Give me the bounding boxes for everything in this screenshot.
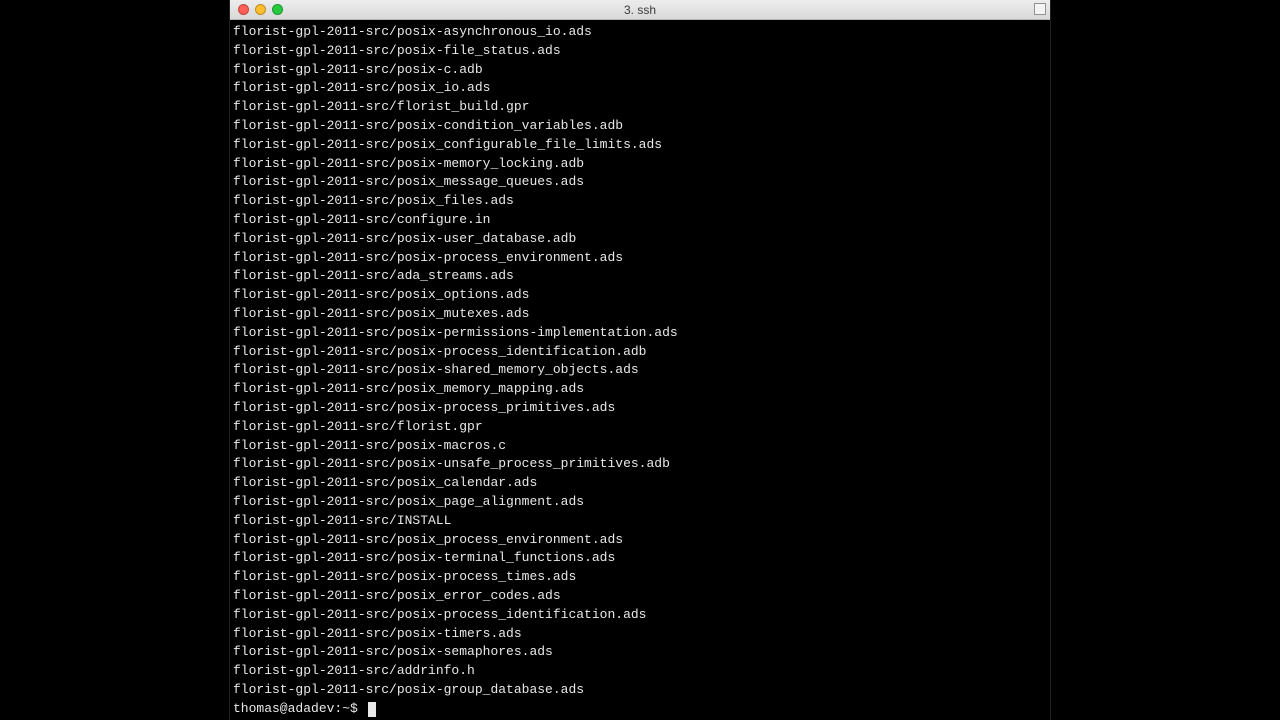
output-line: florist-gpl-2011-src/florist_build.gpr <box>233 98 1047 117</box>
output-line: florist-gpl-2011-src/posix-group_databas… <box>233 681 1047 700</box>
output-line: florist-gpl-2011-src/configure.in <box>233 211 1047 230</box>
output-line: florist-gpl-2011-src/posix_page_alignmen… <box>233 493 1047 512</box>
output-line: florist-gpl-2011-src/INSTALL <box>233 512 1047 531</box>
output-line: florist-gpl-2011-src/posix-file_status.a… <box>233 42 1047 61</box>
maximize-icon[interactable] <box>1034 3 1046 15</box>
minimize-icon[interactable] <box>255 4 266 15</box>
output-line: florist-gpl-2011-src/posix_process_envir… <box>233 531 1047 550</box>
window-title: 3. ssh <box>230 3 1050 17</box>
output-line: florist-gpl-2011-src/posix-process_primi… <box>233 399 1047 418</box>
output-line: florist-gpl-2011-src/posix-condition_var… <box>233 117 1047 136</box>
output-line: florist-gpl-2011-src/posix-unsafe_proces… <box>233 455 1047 474</box>
output-line: florist-gpl-2011-src/posix_files.ads <box>233 192 1047 211</box>
terminal-window: 3. ssh florist-gpl-2011-src/posix-asynch… <box>230 0 1050 720</box>
output-line: florist-gpl-2011-src/posix-user_database… <box>233 230 1047 249</box>
output-line: florist-gpl-2011-src/posix_options.ads <box>233 286 1047 305</box>
output-line: florist-gpl-2011-src/posix-shared_memory… <box>233 361 1047 380</box>
output-line: florist-gpl-2011-src/addrinfo.h <box>233 662 1047 681</box>
output-line: florist-gpl-2011-src/posix-process_ident… <box>233 343 1047 362</box>
output-line: florist-gpl-2011-src/posix-timers.ads <box>233 625 1047 644</box>
zoom-icon[interactable] <box>272 4 283 15</box>
output-line: florist-gpl-2011-src/posix-terminal_func… <box>233 549 1047 568</box>
prompt[interactable]: thomas@adadev:~$ <box>233 700 1047 719</box>
output-line: florist-gpl-2011-src/posix-memory_lockin… <box>233 155 1047 174</box>
output-line: florist-gpl-2011-src/posix_io.ads <box>233 79 1047 98</box>
output-line: florist-gpl-2011-src/posix_memory_mappin… <box>233 380 1047 399</box>
output-line: florist-gpl-2011-src/posix_calendar.ads <box>233 474 1047 493</box>
output-line: florist-gpl-2011-src/posix-asynchronous_… <box>233 23 1047 42</box>
window-title-bar[interactable]: 3. ssh <box>230 0 1050 20</box>
output-line: florist-gpl-2011-src/posix-c.adb <box>233 61 1047 80</box>
window-controls <box>230 4 283 15</box>
output-line: florist-gpl-2011-src/posix_message_queue… <box>233 173 1047 192</box>
output-line: florist-gpl-2011-src/posix-macros.c <box>233 437 1047 456</box>
output-line: florist-gpl-2011-src/posix_mutexes.ads <box>233 305 1047 324</box>
output-line: florist-gpl-2011-src/posix-permissions-i… <box>233 324 1047 343</box>
close-icon[interactable] <box>238 4 249 15</box>
output-line: florist-gpl-2011-src/posix_configurable_… <box>233 136 1047 155</box>
output-line: florist-gpl-2011-src/posix-semaphores.ad… <box>233 643 1047 662</box>
output-line: florist-gpl-2011-src/posix_error_codes.a… <box>233 587 1047 606</box>
prompt-text: thomas@adadev:~$ <box>233 700 366 719</box>
output-line: florist-gpl-2011-src/posix-process_times… <box>233 568 1047 587</box>
terminal-output[interactable]: florist-gpl-2011-src/posix-asynchronous_… <box>230 20 1050 720</box>
output-line: florist-gpl-2011-src/posix-process_envir… <box>233 249 1047 268</box>
output-line: florist-gpl-2011-src/florist.gpr <box>233 418 1047 437</box>
output-line: florist-gpl-2011-src/ada_streams.ads <box>233 267 1047 286</box>
cursor-icon <box>368 702 376 717</box>
output-line: florist-gpl-2011-src/posix-process_ident… <box>233 606 1047 625</box>
